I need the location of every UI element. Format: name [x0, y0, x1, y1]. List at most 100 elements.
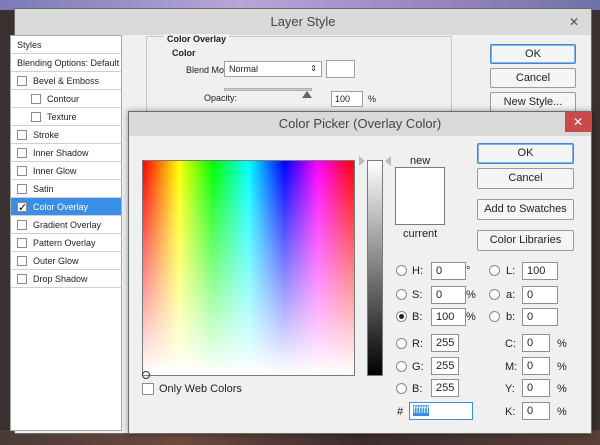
styles-list-checkbox[interactable]: [17, 76, 27, 86]
slider-arrow-left-icon[interactable]: [359, 156, 365, 166]
styles-list: Styles Blending Options: Default Bevel & E…: [10, 35, 122, 431]
styles-list-item[interactable]: Drop Shadow: [11, 270, 121, 288]
c-unit: %: [557, 338, 567, 350]
picker-cancel-button[interactable]: Cancel: [477, 168, 574, 189]
h-unit: °: [466, 265, 471, 277]
r-input[interactable]: 255: [431, 334, 459, 352]
styles-list-item[interactable]: Blending Options: Default: [11, 54, 121, 72]
styles-list-label: Inner Glow: [33, 166, 77, 176]
radio-g[interactable]: [396, 361, 407, 372]
b-label: B:: [412, 311, 423, 323]
r-label: R:: [412, 338, 423, 350]
styles-list-checkbox[interactable]: [31, 112, 41, 122]
ok-button[interactable]: OK: [490, 44, 576, 64]
hex-input[interactable]: ffffff: [409, 402, 473, 420]
c-input[interactable]: 0: [522, 334, 550, 352]
rgb-b-input[interactable]: 255: [431, 379, 459, 397]
styles-list-label: Color Overlay: [33, 202, 89, 212]
styles-list-label: Styles: [17, 40, 42, 50]
styles-list-checkbox[interactable]: [17, 130, 27, 140]
opacity-slider-thumb[interactable]: [302, 91, 312, 98]
h-input[interactable]: 0: [431, 262, 466, 280]
h-label: H:: [412, 265, 423, 277]
only-web-colors-checkbox[interactable]: [142, 383, 154, 395]
styles-list-item[interactable]: Contour: [11, 90, 121, 108]
lab-b-label: b:: [506, 311, 516, 323]
styles-list-item[interactable]: Satin: [11, 180, 121, 198]
opacity-slider[interactable]: [224, 88, 312, 91]
y-input[interactable]: 0: [522, 379, 550, 397]
styles-list-checkbox[interactable]: [17, 274, 27, 284]
styles-list-checkbox[interactable]: [17, 184, 27, 194]
m-label: M:: [505, 361, 518, 373]
b-input[interactable]: 100: [431, 308, 466, 326]
new-style-button[interactable]: New Style...: [490, 92, 576, 112]
close-icon[interactable]: ✕: [565, 112, 591, 132]
a-input[interactable]: 0: [522, 286, 558, 304]
add-to-swatches-button[interactable]: Add to Swatches: [477, 199, 574, 220]
styles-list-checkbox[interactable]: [17, 256, 27, 266]
styles-list-item[interactable]: Texture: [11, 108, 121, 126]
styles-list-label: Texture: [47, 112, 77, 122]
layer-style-titlebar[interactable]: Layer Style ✕: [15, 9, 591, 35]
color-field[interactable]: [142, 160, 355, 376]
close-icon[interactable]: ✕: [563, 13, 585, 31]
chevron-updown-icon: ⇕: [310, 64, 317, 73]
radio-l[interactable]: [489, 265, 500, 276]
radio-s[interactable]: [396, 289, 407, 300]
color-picker-titlebar[interactable]: Color Picker (Overlay Color) ✕: [129, 112, 591, 136]
styles-list-item[interactable]: Styles: [11, 36, 121, 54]
radio-r[interactable]: [396, 338, 407, 349]
styles-list-item[interactable]: Inner Glow: [11, 162, 121, 180]
styles-list-checkbox[interactable]: [17, 148, 27, 158]
blend-mode-select[interactable]: Normal ⇕: [224, 61, 322, 77]
g-label: G:: [412, 361, 424, 373]
picker-ok-button[interactable]: OK: [477, 143, 574, 164]
k-label: K:: [505, 406, 516, 418]
radio-b[interactable]: [396, 311, 407, 322]
styles-list-item[interactable]: Gradient Overlay: [11, 216, 121, 234]
styles-list-checkbox[interactable]: [17, 199, 27, 217]
radio-h[interactable]: [396, 265, 407, 276]
k-input[interactable]: 0: [522, 402, 550, 420]
styles-list-label: Pattern Overlay: [33, 238, 96, 248]
y-label: Y:: [505, 383, 515, 395]
styles-list-item[interactable]: Bevel & Emboss: [11, 72, 121, 90]
m-input[interactable]: 0: [522, 357, 550, 375]
styles-list-item[interactable]: Color Overlay: [11, 198, 121, 217]
blend-mode-value: Normal: [229, 64, 259, 74]
s-unit: %: [466, 289, 476, 301]
m-unit: %: [557, 361, 567, 373]
brightness-slider[interactable]: [367, 160, 383, 376]
hex-label: #: [397, 406, 404, 418]
section-title: Color Overlay: [164, 34, 230, 44]
opacity-input[interactable]: 100: [331, 91, 363, 107]
styles-list-label: Gradient Overlay: [33, 220, 102, 230]
g-input[interactable]: 255: [431, 357, 459, 375]
lab-b-input[interactable]: 0: [522, 308, 558, 326]
overlay-color-swatch[interactable]: [326, 60, 355, 78]
slider-arrow-right-icon[interactable]: [385, 156, 391, 166]
subsection-title: Color: [172, 48, 196, 58]
opacity-label: Opacity:: [204, 93, 238, 103]
cancel-button[interactable]: Cancel: [490, 68, 576, 88]
radio-rgb-b[interactable]: [396, 383, 407, 394]
color-libraries-button[interactable]: Color Libraries: [477, 230, 574, 251]
styles-list-label: Drop Shadow: [33, 274, 88, 284]
k-unit: %: [557, 406, 567, 418]
color-field-marker[interactable]: [142, 371, 150, 379]
radio-a[interactable]: [489, 289, 500, 300]
styles-list-checkbox[interactable]: [31, 94, 41, 104]
styles-list-checkbox[interactable]: [17, 166, 27, 176]
styles-list-label: Blending Options: Default: [17, 58, 120, 68]
s-input[interactable]: 0: [431, 286, 466, 304]
styles-list-item[interactable]: Pattern Overlay: [11, 234, 121, 252]
l-input[interactable]: 100: [522, 262, 558, 280]
radio-lab-b[interactable]: [489, 311, 500, 322]
new-label: new: [410, 155, 431, 167]
styles-list-item[interactable]: Inner Shadow: [11, 144, 121, 162]
styles-list-checkbox[interactable]: [17, 238, 27, 248]
styles-list-item[interactable]: Outer Glow: [11, 252, 121, 270]
styles-list-checkbox[interactable]: [17, 220, 27, 230]
styles-list-item[interactable]: Stroke: [11, 126, 121, 144]
